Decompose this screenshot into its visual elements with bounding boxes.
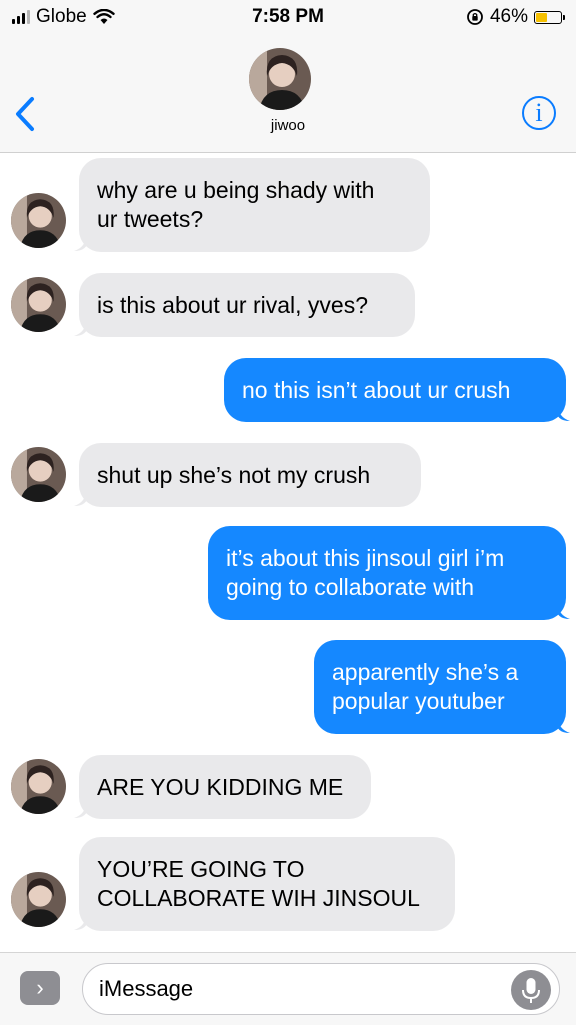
message-text: is this about ur rival, yves?	[97, 291, 369, 318]
battery-fill	[536, 12, 548, 22]
app-store-icon: ›	[36, 975, 44, 1000]
conversation-header: jiwoo i	[0, 34, 576, 153]
sender-avatar	[11, 447, 66, 502]
message-text: it’s about this jinsoul girl i’m	[226, 545, 505, 571]
message-text: going to collaborate with	[226, 574, 475, 600]
microphone-button[interactable]	[511, 970, 551, 1010]
info-icon: i	[535, 98, 543, 127]
message-text: ARE YOU KIDDING ME	[97, 773, 344, 800]
contact-name[interactable]: jiwoo	[0, 117, 576, 134]
sender-avatar	[11, 759, 66, 814]
message-bubble[interactable]: shut up she’s not my crush	[79, 443, 421, 507]
message-bubble[interactable]: it’s about this jinsoul girl i’m going t…	[208, 526, 566, 620]
contact-avatar[interactable]	[249, 48, 311, 110]
battery-percent: 46%	[489, 6, 528, 27]
message-bubble[interactable]: ARE YOU KIDDING ME	[79, 755, 371, 819]
sender-avatar	[11, 193, 66, 248]
sender-avatar	[11, 872, 66, 927]
message-text: why are u being shady with	[97, 177, 375, 203]
message-text: no this isn’t about ur crush	[242, 376, 511, 403]
message-text: ur tweets?	[97, 206, 204, 232]
status-right: 46%	[466, 6, 565, 28]
message-input-placeholder: iMessage	[99, 976, 194, 1001]
message-bubble[interactable]: no this isn’t about ur crush	[224, 358, 566, 422]
message-text: shut up she’s not my crush	[97, 461, 371, 488]
battery-icon	[534, 10, 565, 24]
info-button[interactable]: i	[522, 96, 556, 130]
message-input[interactable]: iMessage	[82, 963, 560, 1015]
message-text: apparently she’s a	[332, 659, 519, 685]
message-text: COLLABORATE WIH JINSOUL	[97, 885, 420, 911]
message-bubble[interactable]: apparently she’s a popular youtuber	[314, 640, 566, 734]
microphone-icon	[522, 978, 540, 1003]
status-bar: Globe 7:58 PM 46%	[0, 0, 576, 34]
compose-bar: › iMessage	[0, 952, 576, 1025]
sender-avatar	[11, 277, 66, 332]
message-bubble[interactable]: YOU’RE GOING TO COLLABORATE WIH JINSOUL	[79, 837, 455, 931]
message-bubble[interactable]: why are u being shady with ur tweets?	[79, 158, 430, 252]
apps-button[interactable]: ›	[20, 971, 60, 1005]
message-text: popular youtuber	[332, 688, 505, 714]
message-bubble[interactable]: is this about ur rival, yves?	[79, 273, 415, 337]
rotation-lock-icon	[466, 8, 484, 26]
message-text: YOU’RE GOING TO	[97, 856, 305, 882]
message-list: why are u being shady with ur tweets? is…	[0, 153, 576, 953]
